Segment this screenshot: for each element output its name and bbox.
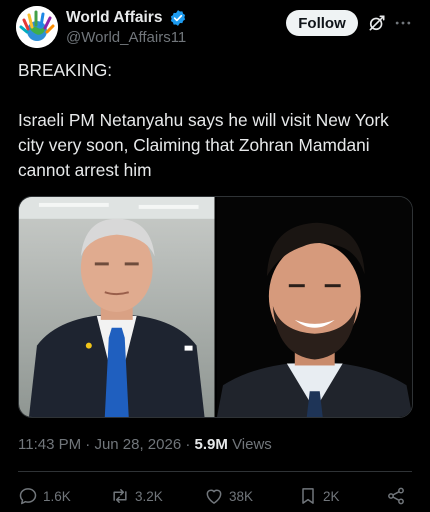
account-handle[interactable]: @World_Affairs11 — [66, 29, 186, 46]
tweet-header: World Affairs @World_Affairs11 Follow — [16, 6, 420, 50]
tweet-body: Israeli PM Netanyahu says he will visit … — [18, 110, 389, 180]
views-label: Views — [232, 436, 272, 453]
tweet-page: World Affairs @World_Affairs11 Follow BR… — [0, 0, 430, 512]
reply-button[interactable]: 1.6K — [18, 484, 71, 508]
reply-icon — [19, 488, 37, 505]
heart-icon — [206, 489, 222, 504]
photo-man-smiling-beard-icon — [216, 197, 412, 417]
more-options-icon[interactable] — [393, 13, 413, 33]
repost-button[interactable]: 3.2K — [110, 484, 163, 508]
action-bar: 1.6K 3.2K 38K 2K — [18, 484, 412, 510]
follow-button[interactable]: Follow — [286, 10, 358, 36]
display-name[interactable]: World Affairs — [66, 9, 162, 27]
photo-man-suit-blue-tie-icon — [19, 197, 215, 417]
tweet-date[interactable]: Jun 28, 2026 — [94, 436, 181, 453]
tweet-media[interactable] — [18, 196, 413, 418]
globe-hands-avatar-icon — [16, 6, 58, 48]
bookmark-button[interactable]: 2K — [298, 484, 340, 508]
meta-separator: · — [85, 436, 91, 453]
share-icon — [388, 487, 404, 505]
verified-badge-icon — [170, 10, 186, 26]
avatar[interactable] — [16, 6, 58, 48]
meta-separator: · — [185, 436, 191, 453]
bookmark-icon — [302, 488, 314, 504]
like-count: 38K — [229, 488, 254, 504]
media-photo-right[interactable] — [216, 197, 412, 417]
tweet-text: BREAKING: Israeli PM Netanyahu says he w… — [18, 58, 413, 183]
tweet-headline: BREAKING: — [18, 60, 113, 80]
like-button[interactable]: 38K — [204, 484, 253, 508]
grok-icon[interactable] — [367, 13, 387, 33]
tweet-meta: 11:43 PM · Jun 28, 2026 · 5.9M Views — [18, 436, 272, 453]
repost-icon — [113, 489, 127, 503]
views-count: 5.9M — [194, 436, 228, 453]
divider — [18, 471, 412, 472]
share-button[interactable] — [386, 484, 406, 508]
reply-count: 1.6K — [43, 488, 71, 504]
repost-count: 3.2K — [135, 488, 163, 504]
tweet-time[interactable]: 11:43 PM — [18, 436, 81, 453]
media-photo-left[interactable] — [19, 197, 215, 417]
bookmark-count: 2K — [323, 488, 340, 504]
